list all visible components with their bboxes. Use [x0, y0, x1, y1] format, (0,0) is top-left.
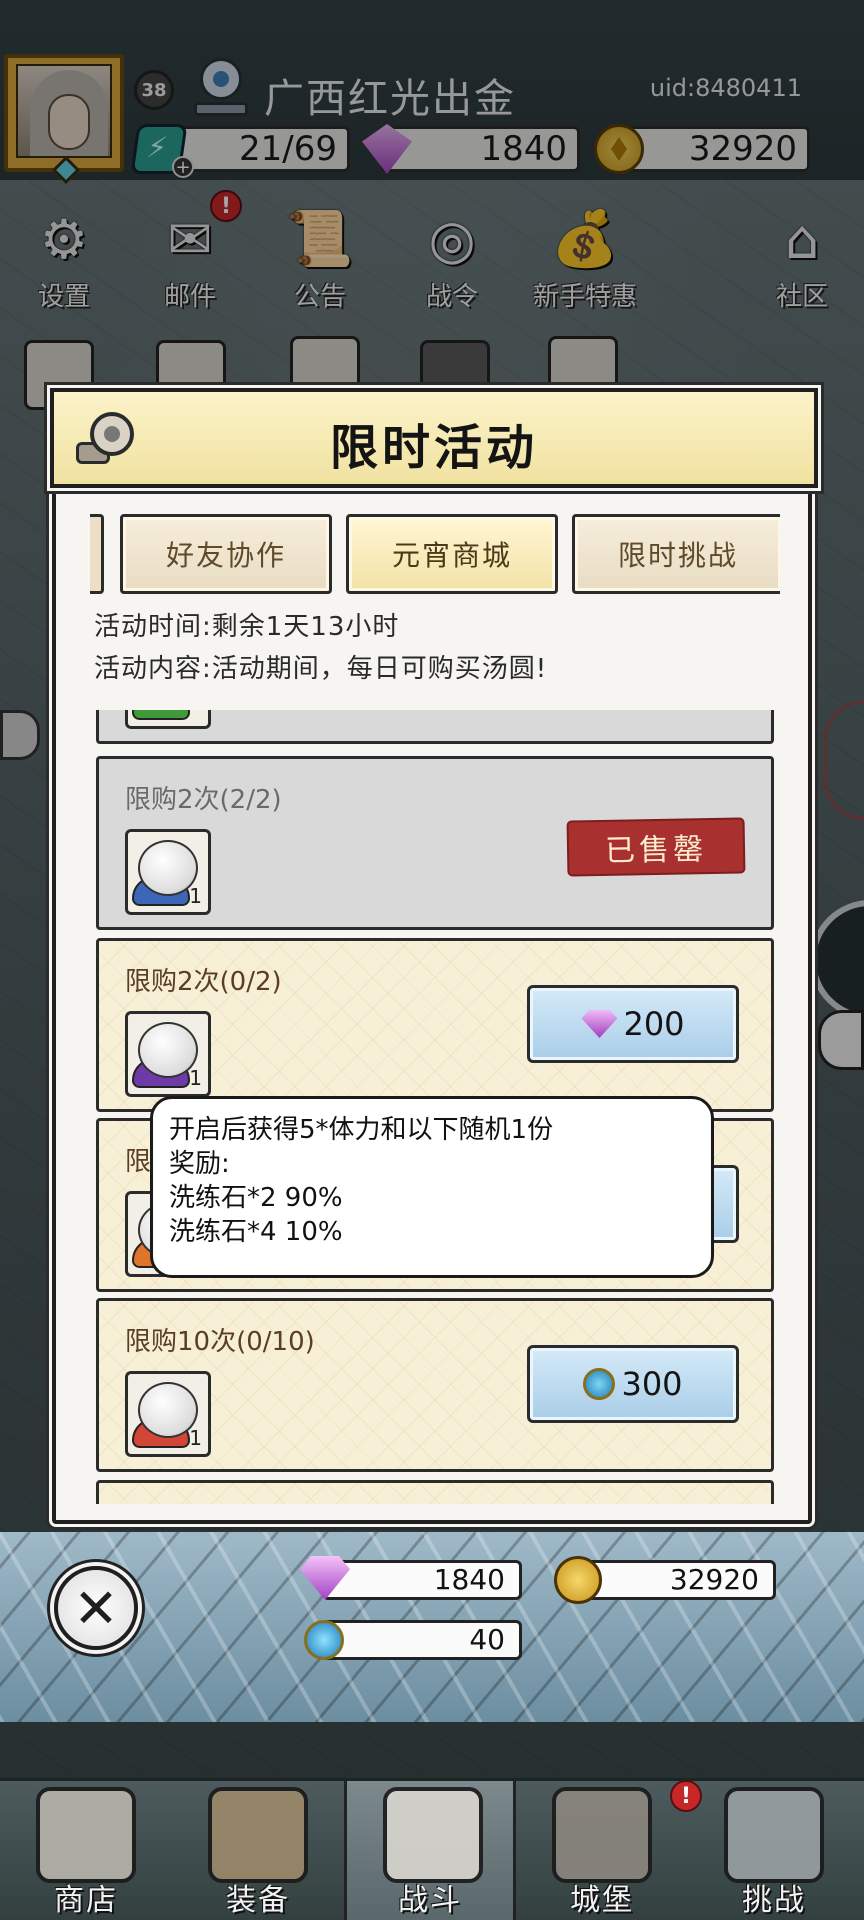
- tab-limited-challenge[interactable]: 限时挑战: [572, 514, 780, 594]
- tab-prev-stub[interactable]: [90, 514, 104, 594]
- castle-alert-badge: !: [670, 1780, 702, 1812]
- nav-equipment[interactable]: 装备: [172, 1781, 344, 1920]
- crossed-swords-icon: [383, 1787, 483, 1883]
- event-content: 活动内容:活动期间，每日可购买汤圆!: [94, 654, 548, 684]
- tab-friend-coop[interactable]: 好友协作: [120, 514, 332, 594]
- item-slot[interactable]: 1: [125, 1371, 211, 1457]
- close-button[interactable]: ✕: [54, 1566, 138, 1650]
- list-item: [96, 710, 774, 744]
- bottom-coin-counter: 32920: [578, 1560, 776, 1600]
- modal-title: 限时活动: [329, 420, 538, 476]
- reward-tooltip: 开启后获得5*体力和以下随机1份 奖励: 洗练石*2 90% 洗练石*4 10%: [150, 1096, 714, 1278]
- tangyuan-icon: [132, 710, 190, 720]
- sold-out-stamp: 已售罄: [568, 819, 744, 875]
- blue-coin-icon: [304, 1620, 344, 1660]
- nav-castle[interactable]: 城堡: [516, 1781, 688, 1920]
- list-item: 限购10次(0/10) 1 300: [96, 1298, 774, 1472]
- tab-lantern-shop[interactable]: 元宵商城: [346, 514, 558, 594]
- item-slot[interactable]: 1: [125, 1011, 211, 1097]
- item-slot[interactable]: 1: [125, 829, 211, 915]
- castle-icon: [552, 1787, 652, 1883]
- event-modal: 限时活动 好友协作 元宵商城 限时挑战 活动时间:剩余1天13小时 活动内容:活…: [50, 388, 818, 1524]
- nav-challenge[interactable]: 挑战: [688, 1781, 860, 1920]
- tab-strip: 好友协作 元宵商城 限时挑战: [90, 514, 780, 596]
- bottom-nav: 商店 装备 战斗 城堡 挑战: [0, 1778, 864, 1920]
- bottom-gem-counter: 1840: [322, 1560, 522, 1600]
- event-time: 活动时间:剩余1天13小时: [94, 612, 400, 642]
- nav-battle[interactable]: 战斗: [344, 1781, 516, 1920]
- nav-shop[interactable]: 商店: [0, 1781, 172, 1920]
- close-icon: ✕: [73, 1576, 119, 1640]
- backpack-icon: [208, 1787, 308, 1883]
- buy-button[interactable]: 300: [527, 1345, 739, 1423]
- modal-header: 限时活动: [50, 388, 818, 488]
- bottom-blue-coin-counter: 40: [322, 1620, 522, 1660]
- shield-icon: [724, 1787, 824, 1883]
- blue-coin-icon: [583, 1368, 616, 1400]
- list-item: [96, 1480, 774, 1504]
- list-item: 限购2次(2/2) 1 已售罄: [96, 756, 774, 930]
- house-icon: [36, 1787, 136, 1883]
- gem-icon: [581, 1010, 618, 1038]
- buy-button[interactable]: 200: [527, 985, 739, 1063]
- coin-icon: [554, 1556, 602, 1604]
- list-item: 限购2次(0/2) 1 200: [96, 938, 774, 1112]
